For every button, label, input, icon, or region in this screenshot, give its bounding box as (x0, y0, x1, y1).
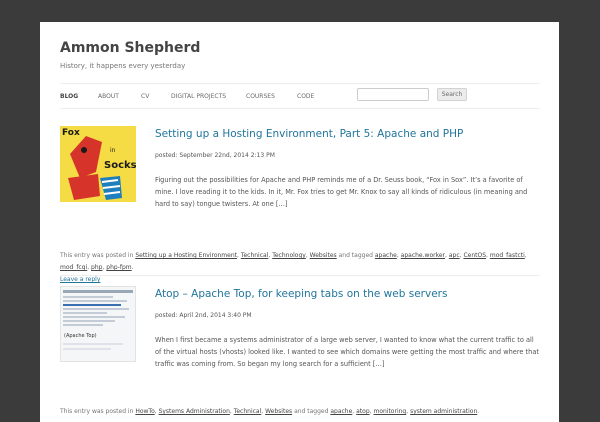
tag-link[interactable]: mod_fastcti (490, 252, 525, 259)
main-navigation: BLOG ABOUT CV DIGITAL PROJECTS COURSES C… (60, 83, 540, 109)
category-link[interactable]: Websites (265, 408, 292, 415)
nav-item-courses[interactable]: COURSES (246, 93, 275, 100)
tag-link[interactable]: monitoring (373, 408, 406, 415)
fox-in-socks-thumbnail[interactable]: Fox in Socks (60, 126, 136, 202)
meta-tagged: and tagged (294, 408, 329, 415)
terminal-screenshot-illustration: (Apache Top) (61, 287, 135, 361)
cover-word-fox: Fox (62, 128, 80, 138)
post-date: posted: September 22nd, 2014 2:13 PM (155, 152, 275, 159)
category-link[interactable]: HowTo (135, 408, 154, 415)
tag-link[interactable]: apache (375, 252, 397, 259)
page-container: Ammon Shepherd History, it happens every… (40, 22, 559, 422)
nav-item-about[interactable]: ABOUT (98, 93, 119, 100)
meta-tagged: and tagged (338, 252, 373, 259)
thumbnail-caption: (Apache Top) (64, 333, 97, 339)
tag-link[interactable]: php-fpm (106, 264, 131, 271)
nav-item-blog[interactable]: BLOG (60, 93, 78, 100)
category-link[interactable]: Setting up a Hosting Environment (135, 252, 237, 259)
cover-word-socks: Socks (104, 160, 136, 171)
search-button[interactable]: Search (437, 88, 467, 101)
nav-item-digital-projects[interactable]: DIGITAL PROJECTS (171, 93, 226, 100)
leave-reply-link[interactable]: Leave a reply (60, 276, 100, 283)
tag-link[interactable]: apache.worker (401, 252, 445, 259)
post-separator (60, 275, 540, 276)
search-input[interactable] (357, 88, 429, 101)
category-link[interactable]: Technology (272, 252, 306, 259)
tag-link[interactable]: apc (449, 252, 460, 259)
post-meta: This entry was posted in Setting up a Ho… (60, 252, 527, 283)
tag-link[interactable]: CentOS (463, 252, 486, 259)
cover-word-in: in (110, 147, 116, 154)
nav-item-cv[interactable]: CV (141, 93, 149, 100)
post-title-link[interactable]: Setting up a Hosting Environment, Part 5… (155, 128, 463, 140)
tag-link[interactable]: mod_fcgi (60, 264, 87, 271)
meta-prefix: This entry was posted in (60, 252, 134, 259)
meta-prefix: This entry was posted in (60, 408, 134, 415)
post-date: posted: April 2nd, 2014 3:40 PM (155, 312, 252, 319)
category-link[interactable]: Technical (234, 408, 262, 415)
site-title[interactable]: Ammon Shepherd (60, 40, 200, 56)
category-link[interactable]: Technical (241, 252, 269, 259)
fox-in-socks-illustration: Fox in Socks (60, 126, 136, 202)
post-meta: This entry was posted in HowTo, Systems … (60, 408, 480, 415)
post-excerpt: When I first became a systems administra… (155, 336, 539, 368)
tag-link[interactable]: apache (330, 408, 352, 415)
post-title-link[interactable]: Atop – Apache Top, for keeping tabs on t… (155, 288, 447, 300)
category-link[interactable]: Websites (310, 252, 337, 259)
apache-top-screenshot-thumbnail[interactable]: (Apache Top) (60, 286, 136, 362)
tag-link[interactable]: system administration (410, 408, 477, 415)
category-link[interactable]: Systems Administration (159, 408, 230, 415)
post-excerpt: Figuring out the possibilities for Apach… (155, 176, 528, 208)
tag-link[interactable]: atop (356, 408, 370, 415)
nav-item-code[interactable]: CODE (297, 93, 314, 100)
site-tagline: History, it happens every yesterday (60, 62, 186, 70)
tag-link[interactable]: php (91, 264, 102, 271)
